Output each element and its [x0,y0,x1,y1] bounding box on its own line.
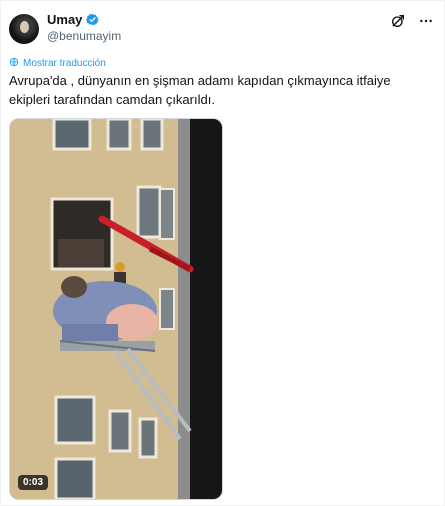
tweet-header: Umay @benumayim [9,10,434,46]
avatar[interactable] [9,14,39,44]
show-translation-label: Mostrar traducción [23,58,106,69]
grok-icon[interactable] [390,13,406,29]
tweet-text: Avrupa'da , dünyanın en şişman adamı kap… [9,73,391,107]
header-actions [390,13,434,29]
user-handle[interactable]: @benumayim [47,29,121,43]
author-info: Umay @benumayim [47,10,121,44]
video-thumbnail [10,119,222,499]
more-icon[interactable] [418,13,434,29]
video-player[interactable]: 0:03 [9,118,223,500]
show-translation-link[interactable]: Mostrar traducción [9,57,106,70]
video-duration: 0:03 [18,475,49,490]
name-row: Umay [47,10,121,28]
display-name[interactable]: Umay [47,12,82,27]
verified-badge-icon [86,13,100,26]
tweet-card[interactable]: Umay @benumayim Mostrar traducción Avrup… [0,0,445,506]
globe-icon [9,57,19,70]
